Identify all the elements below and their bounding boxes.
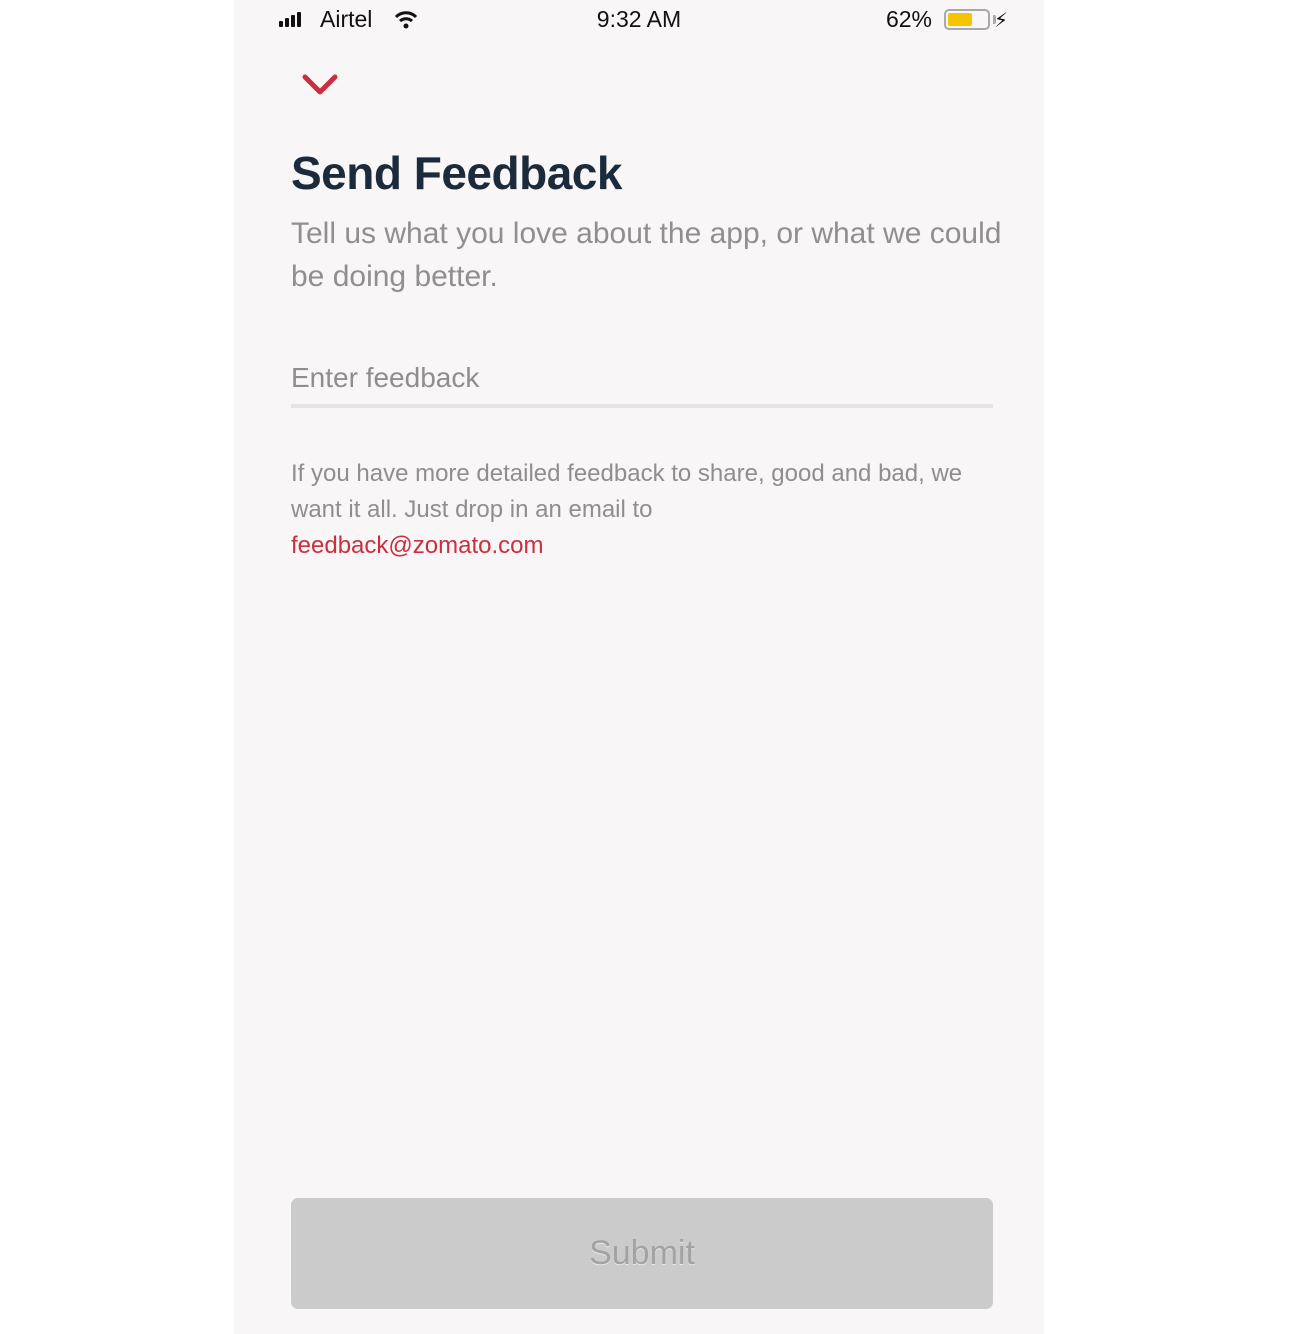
- submit-button[interactable]: Submit: [291, 1198, 993, 1309]
- battery-icon: [944, 9, 990, 30]
- charging-bolt-icon: ⚡︎: [993, 10, 1008, 32]
- battery-percent: 62%: [885, 6, 932, 32]
- feedback-screen: Airtel 9:32 AM 62% ⚡︎ Send Feedback Tell…: [234, 0, 1044, 1334]
- feedback-input[interactable]: [291, 352, 993, 408]
- email-link[interactable]: feedback@zomato.com: [291, 528, 991, 564]
- status-bar: Airtel 9:32 AM 62% ⚡︎: [234, 0, 1044, 42]
- battery-fill: [948, 13, 972, 26]
- info-text: If you have more detailed feedback to sh…: [291, 460, 963, 523]
- info-text-block: If you have more detailed feedback to sh…: [291, 456, 991, 564]
- page-title: Send Feedback: [291, 147, 622, 199]
- chevron-down-icon[interactable]: [300, 70, 340, 100]
- page-subtitle: Tell us what you love about the app, or …: [291, 217, 1002, 293]
